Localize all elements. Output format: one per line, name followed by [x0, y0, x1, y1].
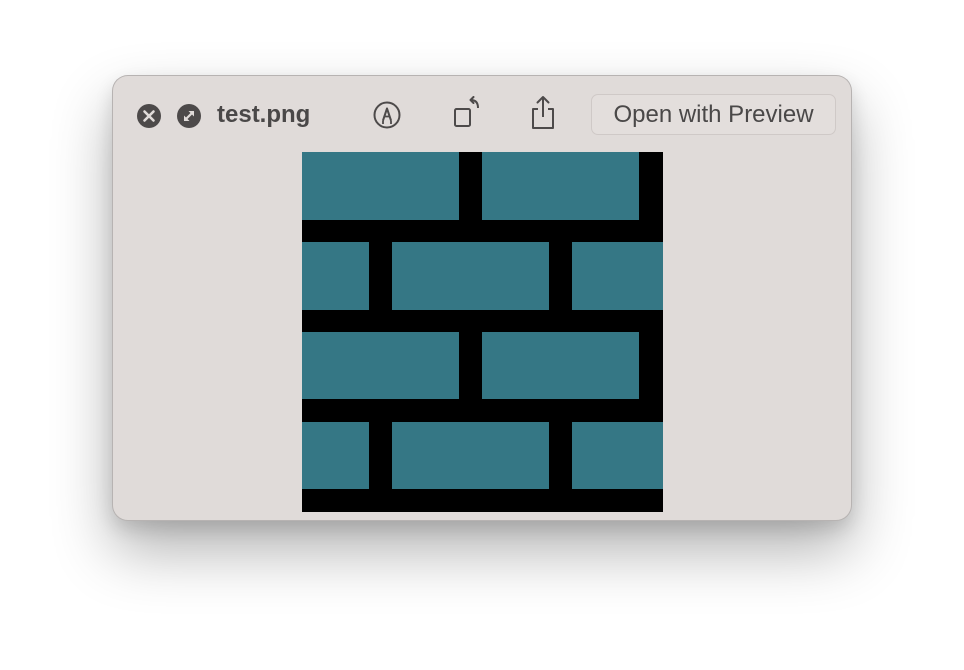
open-with-preview-button[interactable]: Open with Preview: [591, 94, 836, 135]
rotate-button[interactable]: [452, 96, 484, 130]
brick: [572, 422, 663, 489]
quicklook-window: test.png Open with Preview: [112, 75, 852, 521]
brick: [302, 242, 369, 310]
brick: [572, 242, 663, 310]
markup-icon: [373, 101, 401, 129]
toolbar: test.png Open with Preview: [113, 76, 851, 152]
close-icon: [137, 104, 161, 128]
preview-image: [302, 152, 663, 512]
brick: [482, 332, 639, 399]
close-button[interactable]: [136, 103, 162, 129]
brick: [482, 152, 639, 220]
fullscreen-button[interactable]: [176, 103, 202, 129]
markup-button[interactable]: [372, 100, 402, 130]
brick: [302, 332, 459, 399]
share-button[interactable]: [528, 95, 558, 131]
brick: [392, 422, 549, 489]
share-icon: [532, 96, 554, 129]
fullscreen-icon: [177, 104, 201, 128]
rotate-icon: [454, 96, 479, 127]
brick: [302, 152, 459, 220]
file-title: test.png: [217, 101, 311, 128]
brick: [302, 422, 369, 489]
brick: [392, 242, 549, 310]
